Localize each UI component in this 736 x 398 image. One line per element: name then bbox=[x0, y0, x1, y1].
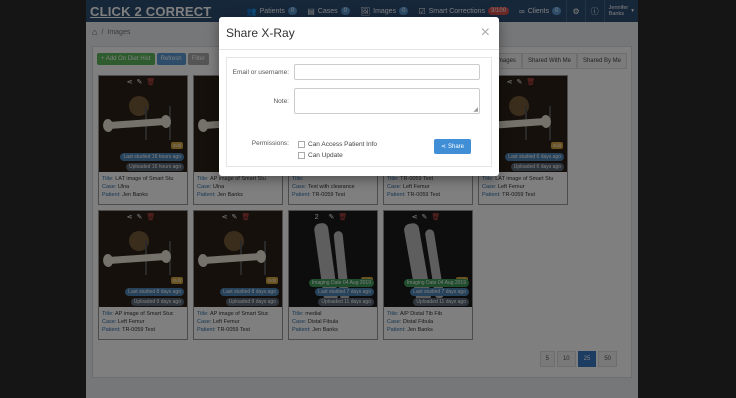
permissions-label: Permissions: bbox=[251, 140, 289, 147]
close-icon[interactable]: × bbox=[481, 24, 490, 42]
modal-title: Share X-Ray bbox=[226, 26, 295, 40]
permissions-row: Permissions: bbox=[227, 140, 294, 147]
note-row: Note: ◢ bbox=[227, 88, 480, 114]
email-label: Email or username: bbox=[232, 68, 289, 76]
can-update-label: Can Update bbox=[308, 152, 343, 159]
can-access-patient-info-label: Can Access Patient Info bbox=[308, 141, 378, 148]
note-label: Note: bbox=[273, 97, 289, 105]
can-update-checkbox[interactable]: Can Update bbox=[298, 150, 377, 161]
modal-header: Share X-Ray × bbox=[219, 17, 499, 50]
checkbox-box[interactable] bbox=[298, 141, 305, 148]
share-button-label: Share bbox=[448, 143, 465, 150]
note-field[interactable]: ◢ bbox=[294, 88, 480, 114]
share-icon: ⋖ bbox=[440, 144, 446, 150]
share-form: Email or username: Note: ◢ Permissions: … bbox=[226, 57, 492, 167]
email-row: Email or username: bbox=[227, 64, 480, 80]
share-xray-modal: Share X-Ray × Email or username: Note: ◢… bbox=[219, 17, 499, 176]
share-button[interactable]: ⋖ Share bbox=[434, 139, 471, 154]
checkbox-box[interactable] bbox=[298, 152, 305, 159]
permission-checkboxes: Can Access Patient Info Can Update bbox=[298, 139, 377, 161]
resize-grip-icon[interactable]: ◢ bbox=[473, 106, 478, 113]
email-field[interactable] bbox=[294, 64, 480, 80]
can-access-patient-info-checkbox[interactable]: Can Access Patient Info bbox=[298, 139, 377, 150]
